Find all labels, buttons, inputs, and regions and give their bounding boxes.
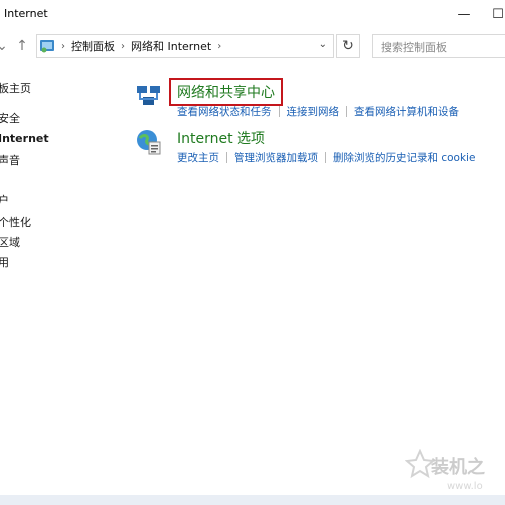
recent-locations-icon[interactable]: ⌄ — [0, 36, 10, 56]
watermark-url: www.lo — [447, 481, 483, 492]
search-input[interactable]: 搜索控制面板 — [372, 34, 505, 58]
title-bar: Internet — ☐ — [0, 0, 505, 28]
sidebar-item-home[interactable]: 板主页 — [0, 80, 31, 96]
sidebar-item-region[interactable]: 区域 — [0, 234, 20, 250]
breadcrumb-separator-icon: › — [121, 40, 125, 52]
manage-browser-addons-link[interactable]: 管理浏览器加载项 — [234, 150, 318, 165]
view-network-status-link[interactable]: 查看网络状态和任务 — [177, 104, 272, 119]
breadcrumb-network-internet[interactable]: 网络和 Internet — [131, 38, 211, 54]
control-panel-icon — [40, 40, 54, 53]
delete-browsing-history-link[interactable]: 删除浏览的历史记录和 cookie — [333, 150, 475, 165]
watermark: 装机之 www.lo — [385, 445, 505, 505]
breadcrumb-control-panel[interactable]: 控制面板 — [71, 38, 115, 54]
address-bar[interactable]: › 控制面板 › 网络和 Internet › ⌄ — [36, 34, 334, 58]
network-sharing-links: 查看网络状态和任务 连接到网络 查看网络计算机和设备 — [177, 104, 459, 119]
sidebar-item-sound[interactable]: 声音 — [0, 152, 20, 168]
link-divider — [226, 152, 227, 163]
internet-options-links: 更改主页 管理浏览器加载项 删除浏览的历史记录和 cookie — [177, 150, 475, 165]
sidebar-item-apps[interactable]: 用 — [0, 254, 9, 270]
connect-to-network-link[interactable]: 连接到网络 — [287, 104, 340, 119]
breadcrumb-separator-icon: › — [61, 40, 65, 52]
link-divider — [346, 106, 347, 117]
breadcrumb-separator-icon[interactable]: › — [217, 41, 221, 52]
internet-options-link[interactable]: Internet 选项 — [177, 128, 265, 148]
link-divider — [278, 106, 280, 117]
watermark-text: 装机之 — [431, 457, 485, 478]
sidebar-item-accounts[interactable]: 户 — [0, 192, 9, 208]
change-home-page-link[interactable]: 更改主页 — [177, 150, 219, 165]
address-dropdown-icon[interactable]: ⌄ — [319, 39, 327, 50]
minimize-button[interactable]: — — [452, 2, 476, 26]
internet-options-icon — [137, 130, 161, 155]
up-button[interactable]: ↑ — [14, 36, 30, 56]
sidebar-item-network-internet[interactable]: Internet — [0, 132, 49, 145]
maximize-button[interactable]: ☐ — [486, 2, 505, 26]
sidebar-item-personalization[interactable]: 个性化 — [0, 214, 31, 230]
window-title: Internet — [4, 7, 48, 20]
network-sharing-center-link[interactable]: 网络和共享中心 — [169, 78, 283, 106]
navigation-bar: ⌄ ↑ › 控制面板 › 网络和 Internet › ⌄ ↻ 搜索控制面板 — [0, 30, 505, 62]
refresh-button[interactable]: ↻ — [336, 34, 360, 58]
sidebar-item-security[interactable]: 安全 — [0, 110, 20, 126]
view-network-computers-link[interactable]: 查看网络计算机和设备 — [354, 104, 459, 119]
link-divider — [325, 152, 326, 163]
network-center-icon — [137, 86, 160, 105]
